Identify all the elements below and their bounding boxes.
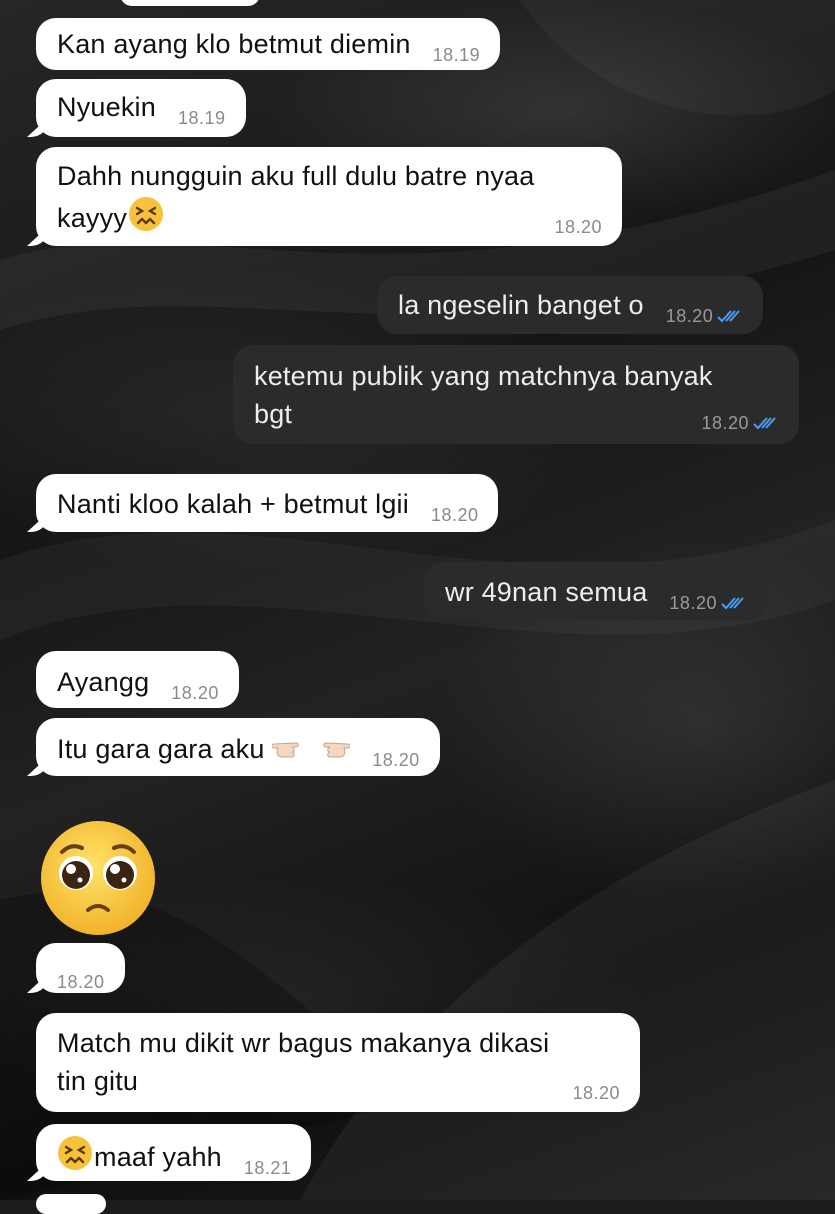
message-time: 18.20 — [701, 414, 779, 434]
message-text: la ngeselin banget o — [398, 290, 644, 320]
outgoing-message[interactable]: ketemu publik yang matchnya banyak bgt 1… — [233, 345, 799, 444]
incoming-message[interactable]: Kan ayang klo betmut diemin 18.19 — [36, 18, 501, 70]
index-fingers-pointing-icon — [271, 732, 351, 774]
message-time: 18.20 — [57, 972, 105, 992]
message-time: 18.21 — [243, 1158, 292, 1178]
message-time: 18.20 — [171, 683, 219, 703]
message-time: 18.19 — [432, 45, 481, 65]
partial-message-bubble — [120, 0, 260, 6]
incoming-message[interactable]: Ayangg 18.20 — [36, 651, 239, 708]
incoming-message[interactable]: Itu gara gara aku 18.20 — [36, 718, 440, 776]
incoming-message[interactable]: Nanti kloo kalah + betmut lgii 18.20 — [36, 474, 499, 532]
partial-message-bubble — [36, 1194, 106, 1214]
message-text-line2: kayyy — [57, 203, 128, 233]
message-text: Dahh nungguin aku full dulu batre nyaa — [57, 161, 535, 191]
read-receipt-icon — [753, 415, 779, 434]
read-receipt-icon — [721, 595, 747, 614]
message-time: 18.20 — [572, 1083, 620, 1103]
outgoing-message[interactable]: wr 49nan semua 18.20 — [424, 562, 767, 620]
message-text-line2: tin gitu — [57, 1066, 139, 1096]
read-receipt-icon — [717, 308, 743, 327]
message-time: 18.19 — [177, 108, 226, 128]
message-text: Nanti kloo kalah + betmut lgii — [57, 489, 409, 519]
message-time: 18.20 — [669, 594, 747, 614]
message-text: ketemu publik yang matchnya banyak — [254, 361, 713, 391]
incoming-message[interactable]: Match mu dikit wr bagus makanya dikasi t… — [36, 1013, 640, 1112]
message-text: Itu gara gara aku — [57, 734, 265, 764]
incoming-message[interactable]: maaf yahh 18.21 — [36, 1124, 312, 1182]
message-text: wr 49nan semua — [445, 577, 648, 607]
message-text-line2: bgt — [254, 399, 293, 429]
message-text: Match mu dikit wr bagus makanya dikasi — [57, 1028, 550, 1058]
confounded-face-icon — [127, 195, 165, 243]
incoming-message[interactable]: 18.20 — [36, 943, 125, 993]
message-text: Nyuekin — [57, 92, 156, 122]
confounded-face-icon — [56, 1134, 94, 1182]
message-time: 18.20 — [430, 505, 479, 525]
message-text: Kan ayang klo betmut diemin — [57, 29, 411, 59]
message-time: 18.20 — [554, 217, 602, 237]
incoming-message[interactable]: Dahh nungguin aku full dulu batre nyaa k… — [36, 147, 622, 246]
incoming-message[interactable]: Nyuekin 18.19 — [36, 79, 246, 137]
outgoing-message[interactable]: la ngeselin banget o 18.20 — [377, 276, 764, 334]
message-text: Ayangg — [57, 667, 150, 697]
message-time: 18.20 — [666, 307, 744, 327]
message-text: maaf yahh — [94, 1142, 222, 1172]
pleading-face-icon[interactable] — [38, 818, 158, 943]
message-time: 18.20 — [372, 750, 420, 770]
